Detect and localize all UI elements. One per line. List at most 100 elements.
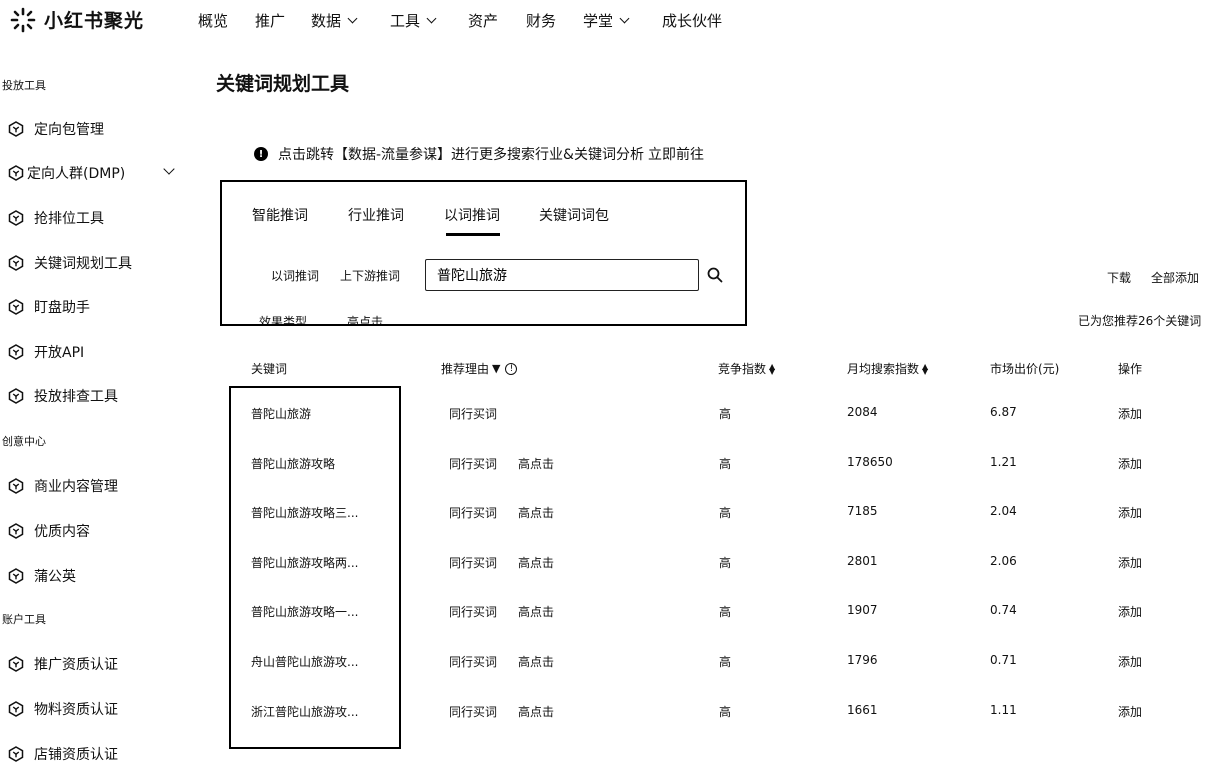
help-icon[interactable]: !: [505, 362, 518, 375]
sidebar-item-keyword-planner[interactable]: 关键词规划工具: [8, 253, 132, 273]
monthly-search-cell: 2084: [847, 405, 878, 419]
tab-word-to-word[interactable]: 以词推词: [444, 205, 500, 225]
monthly-search-cell: 1796: [847, 653, 878, 667]
add-all-button[interactable]: 全部添加: [1151, 269, 1199, 286]
add-button[interactable]: 添加: [1118, 554, 1142, 571]
sidebar-item-label: 商业内容管理: [34, 479, 118, 495]
header-label: 月均搜索指数: [847, 362, 920, 376]
table-row: 舟山普陀山旅游攻... 同行买词 高点击高 1796 0.71 添加: [0, 653, 1207, 673]
monthly-search-cell: 178650: [847, 455, 893, 469]
sidebar-item-targeting-package[interactable]: 定向包管理: [8, 119, 104, 139]
sidebar-item-label: 定向包管理: [34, 122, 104, 138]
add-button[interactable]: 添加: [1118, 504, 1142, 521]
chevron-down-icon: [347, 13, 358, 24]
sidebar-item-dmp-audience[interactable]: 定向人群(DMP): [8, 163, 125, 183]
sidebar-item-monitor-assistant[interactable]: 盯盘助手: [8, 297, 90, 317]
col-header-reason: 推荐理由 ▼ !: [441, 360, 518, 377]
nav-promotion[interactable]: 推广: [255, 10, 285, 31]
competition-cell: 高: [719, 655, 732, 669]
table-row: 浙江普陀山旅游攻... 同行买词 高点击高 1661 1.11 添加: [0, 703, 1207, 723]
col-header-monthly-search[interactable]: 月均搜索指数 ▲ ▼: [847, 360, 928, 377]
sidebar-item-label: 投放排查工具: [34, 389, 118, 405]
competition-cell: 高: [719, 556, 732, 570]
notice-link[interactable]: 立即前往: [648, 144, 704, 164]
competition-cell: 高: [719, 705, 732, 719]
hexagon-icon: [8, 299, 24, 315]
search-icon[interactable]: [706, 266, 724, 284]
nav-label: 成长伙伴: [662, 12, 723, 30]
sidebar-item-store-qualification[interactable]: 店铺资质认证: [8, 744, 118, 764]
download-button[interactable]: 下载: [1107, 269, 1131, 286]
tab-keyword-package[interactable]: 关键词词包: [539, 205, 609, 225]
reason-tag: 同行买词: [449, 407, 498, 421]
header-label: 竞争指数: [718, 362, 767, 376]
monthly-search-cell: 1661: [847, 703, 878, 717]
filter-effect-type[interactable]: 效果类型: [259, 313, 307, 324]
col-header-keyword: 关键词: [251, 360, 287, 377]
add-button[interactable]: 添加: [1118, 703, 1142, 720]
table-row: 普陀山旅游攻略 同行买词 高点击高 178650 1.21 添加: [0, 455, 1207, 475]
nav-data[interactable]: 数据: [311, 10, 358, 31]
subtab-word-to-word[interactable]: 以词推词: [271, 267, 319, 284]
reason-tag: 高点击: [518, 457, 555, 471]
header-label: 推荐理由: [441, 362, 490, 376]
competition-cell: 高: [719, 506, 732, 520]
subtab-upstream-downstream[interactable]: 上下游推词: [340, 267, 400, 284]
sidebar-item-commercial-content[interactable]: 商业内容管理: [8, 476, 118, 496]
chevron-down-icon[interactable]: [163, 163, 175, 175]
nav-assets[interactable]: 资产: [468, 10, 498, 31]
bid-cell: 2.04: [990, 504, 1017, 518]
search-input[interactable]: [437, 267, 698, 283]
sort-icon[interactable]: ▲ ▼: [769, 362, 775, 375]
nav-label: 学堂: [583, 12, 614, 30]
nav-label: 概览: [198, 12, 229, 30]
reason-tag: 同行买词: [449, 506, 498, 520]
filter-icon[interactable]: ▼: [492, 362, 500, 375]
notice-text[interactable]: 点击跳转【数据-流量参谋】进行更多搜索行业&关键词分析: [278, 144, 644, 164]
bid-cell: 1.11: [990, 703, 1017, 717]
nav-label: 工具: [390, 12, 421, 30]
table-row: 普陀山旅游 同行买词高 2084 6.87 添加: [0, 405, 1207, 425]
bid-cell: 0.71: [990, 653, 1017, 667]
tab-industry[interactable]: 行业推词: [348, 205, 404, 225]
nav-tools[interactable]: 工具: [390, 10, 437, 31]
filter-row: 效果类型 高点击: [222, 310, 745, 324]
add-button[interactable]: 添加: [1118, 455, 1142, 472]
hexagon-icon: [8, 121, 24, 137]
brand-logo[interactable]: 小红书聚光: [10, 6, 144, 33]
sidebar-item-quality-content[interactable]: 优质内容: [8, 521, 90, 541]
nav-partners[interactable]: 成长伙伴: [662, 10, 722, 31]
add-button[interactable]: 添加: [1118, 405, 1142, 422]
tab-smart[interactable]: 智能推词: [252, 205, 308, 225]
reason-tag: 同行买词: [449, 655, 498, 669]
sidebar-item-label: 开放API: [34, 345, 85, 361]
header-label: 操作: [1118, 362, 1143, 376]
top-navbar: 小红书聚光 概览 推广 数据 工具 资产 财务 学堂 成长伙伴: [0, 0, 1207, 40]
sidebar-item-bid-rank-tool[interactable]: 抢排位工具: [8, 208, 104, 228]
hexagon-icon: [8, 478, 24, 494]
hexagon-icon: [8, 746, 24, 762]
table-row: 普陀山旅游攻略两... 同行买词 高点击高 2801 2.06 添加: [0, 554, 1207, 574]
sidebar-item-open-api[interactable]: 开放API: [8, 342, 84, 362]
search-input-wrapper: [425, 259, 699, 291]
monthly-search-cell: 7185: [847, 504, 878, 518]
hexagon-icon: [8, 388, 24, 404]
sidebar-item-delivery-check-tool[interactable]: 投放排查工具: [8, 386, 118, 406]
nav-overview[interactable]: 概览: [198, 10, 228, 31]
nav-academy[interactable]: 学堂: [583, 10, 630, 31]
page-title: 关键词规划工具: [216, 73, 350, 95]
sort-icon[interactable]: ▲ ▼: [922, 362, 928, 375]
filter-high-click[interactable]: 高点击: [347, 313, 383, 324]
add-button[interactable]: 添加: [1118, 653, 1142, 670]
add-button[interactable]: 添加: [1118, 603, 1142, 620]
active-tab-indicator: [446, 233, 500, 236]
nav-label: 财务: [526, 12, 557, 30]
sidebar-item-label: 定向人群(DMP): [27, 166, 126, 182]
header-label: 关键词: [251, 362, 288, 376]
hexagon-icon: [8, 255, 24, 271]
competition-cell: 高: [719, 407, 732, 421]
col-header-competition[interactable]: 竞争指数 ▲ ▼: [718, 360, 775, 377]
nav-finance[interactable]: 财务: [526, 10, 556, 31]
chevron-down-icon: [619, 13, 630, 24]
recommend-count: 已为您推荐26个关键词: [1078, 314, 1202, 328]
